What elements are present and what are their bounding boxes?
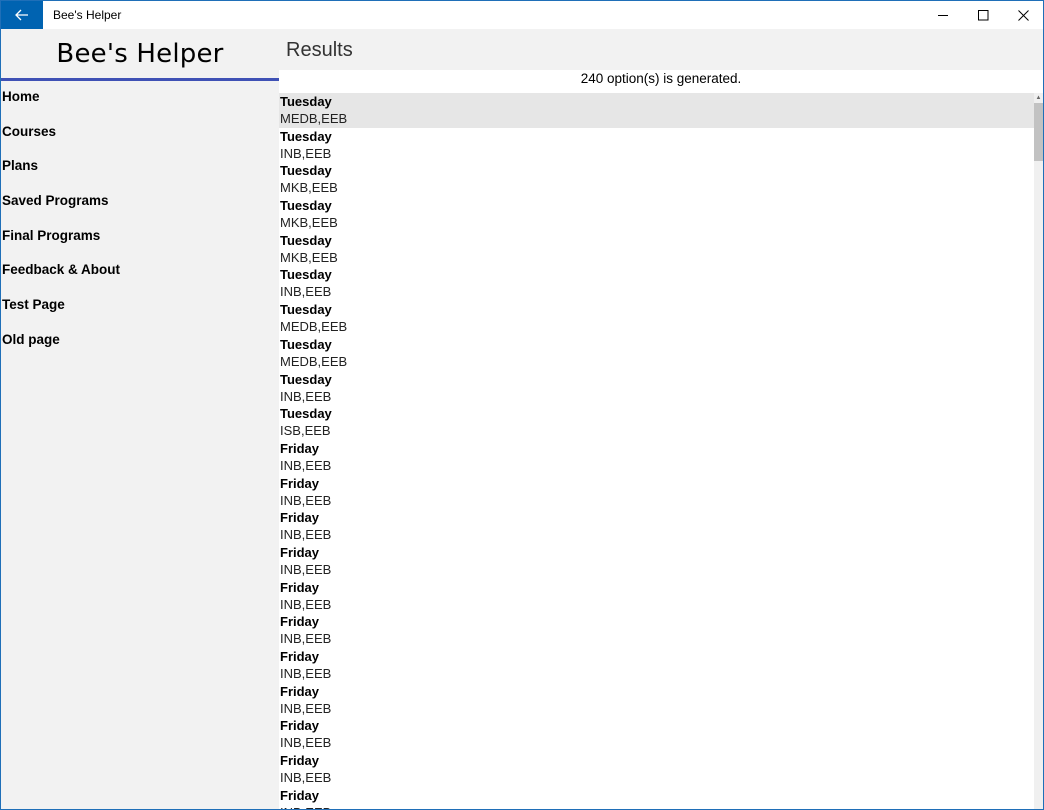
- list-item[interactable]: Tuesday ISB,EEB: [279, 405, 1034, 440]
- list-item[interactable]: FridayINB,EEB: [279, 475, 1034, 510]
- result-day: Tuesday: [280, 267, 332, 283]
- result-day: Tuesday: [280, 232, 332, 248]
- sidebar-item-old-page[interactable]: Old page: [1, 327, 279, 362]
- result-day: Tuesday: [280, 128, 332, 144]
- maximize-icon: [977, 9, 988, 20]
- sidebar-item-saved-programs[interactable]: Saved Programs: [1, 188, 279, 223]
- back-arrow-icon: [15, 9, 28, 21]
- close-icon: [1017, 9, 1029, 21]
- sidebar-nav: Home Courses Plans Saved Programs Final …: [1, 84, 279, 362]
- result-day: Tuesday: [280, 94, 332, 109]
- list-item[interactable]: Tuesday INB,EEB: [279, 128, 1034, 163]
- app-window: Bee's Helper Bee's Helper Home Courses P…: [0, 0, 1044, 810]
- close-button[interactable]: [1003, 1, 1043, 29]
- list-item[interactable]: Tuesday MKB,EEB: [279, 232, 1034, 267]
- result-codes: INB,EEB: [280, 700, 332, 716]
- list-item[interactable]: FridayINB,EEB: [279, 440, 1034, 475]
- result-day: Tuesday: [280, 406, 332, 422]
- result-day: Friday: [280, 579, 320, 595]
- sidebar: Bee's Helper Home Courses Plans Saved Pr…: [1, 29, 279, 809]
- result-codes: MKB,EEB: [280, 215, 338, 231]
- result-codes: MEDB,EEB: [280, 111, 348, 126]
- result-day: Friday: [280, 614, 320, 630]
- sidebar-item-home[interactable]: Home: [1, 84, 279, 119]
- results-count: 240 option(s) is generated.: [580, 71, 742, 86]
- list-item[interactable]: Tuesday MEDB,EEB: [279, 301, 1034, 336]
- result-codes: MEDB,EEB: [280, 319, 348, 335]
- sidebar-item-feedback-about[interactable]: Feedback & About: [1, 257, 279, 292]
- result-day: Friday: [280, 510, 320, 526]
- result-codes: INB,EEB: [280, 527, 332, 543]
- result-day: Friday: [280, 440, 320, 456]
- result-codes: INB,EEB: [280, 561, 332, 577]
- results-header: Results: [279, 29, 1043, 70]
- list-item[interactable]: FridayINB,EEB: [279, 544, 1034, 579]
- result-day: Tuesday: [280, 198, 332, 214]
- result-day: Friday: [280, 475, 320, 491]
- result-day: Friday: [280, 649, 320, 664]
- result-day: Tuesday: [280, 163, 332, 179]
- result-codes: MEDB,EEB: [280, 353, 348, 369]
- result-day: Friday: [280, 544, 320, 560]
- list-item[interactable]: Tuesday MEDB,EEB: [279, 336, 1034, 371]
- list-item[interactable]: Tuesday MKB,EEB: [279, 197, 1034, 232]
- maximize-button[interactable]: [963, 1, 1003, 29]
- list-item[interactable]: FridayINB,EEB: [279, 717, 1034, 752]
- scrollbar[interactable]: ▲: [1034, 93, 1043, 809]
- result-codes: INB,EEB: [280, 735, 332, 751]
- sidebar-item-plans[interactable]: Plans: [1, 153, 279, 188]
- main-content: Results 240 option(s) is generated. Tues…: [279, 29, 1043, 809]
- list-item[interactable]: FridayINB,EEB: [279, 613, 1034, 648]
- list-item[interactable]: Tuesday INB,EEB: [279, 266, 1034, 301]
- app-title: Bee's Helper: [56, 39, 224, 69]
- result-codes: ISB,EEB: [280, 423, 331, 439]
- list-item[interactable]: Tuesday MEDB,EEB: [279, 93, 1034, 128]
- window-title: Bee's Helper: [53, 8, 122, 22]
- sidebar-item-test-page[interactable]: Test Page: [1, 292, 279, 327]
- scroll-thumb[interactable]: [1034, 103, 1043, 161]
- list-item[interactable]: FridayINB,EEB: [279, 509, 1034, 544]
- result-day: Friday: [280, 753, 320, 769]
- result-day: Tuesday: [280, 302, 332, 318]
- result-codes: INB,EEB: [280, 770, 332, 786]
- result-codes: INB,EEB: [280, 145, 332, 161]
- result-day: Tuesday: [280, 336, 332, 352]
- app-title-underline: [1, 78, 279, 81]
- result-day: Friday: [280, 683, 320, 699]
- result-day: Friday: [280, 718, 320, 734]
- scroll-up-arrow-icon[interactable]: ▲: [1034, 93, 1043, 102]
- list-item[interactable]: FridayINB,EEB: [279, 683, 1034, 718]
- results-list[interactable]: Tuesday MEDB,EEB Tuesday INB,EEB Tuesday MKB,…: [279, 93, 1034, 809]
- list-item[interactable]: Tuesday INB,EEB: [279, 371, 1034, 406]
- result-codes: INB,EEB: [280, 631, 332, 647]
- result-codes: INB,EEB: [280, 596, 332, 612]
- result-codes: MKB,EEB: [280, 180, 338, 196]
- minimize-icon: [937, 14, 948, 16]
- list-item[interactable]: FridayINB,EEB: [279, 752, 1034, 787]
- back-button[interactable]: [1, 1, 43, 29]
- list-item[interactable]: Tuesday MKB,EEB: [279, 162, 1034, 197]
- result-codes: INB,EEB: [280, 388, 332, 404]
- result-codes: INB,EEB: [280, 666, 332, 681]
- list-item[interactable]: FridayINB,EEB: [279, 579, 1034, 614]
- result-codes: INB,EEB: [280, 804, 1034, 809]
- page-title: Results: [286, 39, 353, 61]
- list-item[interactable]: FridayINB,EEB: [279, 787, 1034, 809]
- result-codes: MKB,EEB: [280, 249, 338, 265]
- result-codes: INB,EEB: [280, 492, 332, 508]
- title-bar: Bee's Helper: [1, 1, 1043, 29]
- minimize-button[interactable]: [923, 1, 963, 29]
- sidebar-item-final-programs[interactable]: Final Programs: [1, 223, 279, 258]
- result-day: Tuesday: [280, 371, 332, 387]
- result-day: Friday: [280, 787, 320, 803]
- list-item[interactable]: Friday INB,EEB: [279, 648, 1034, 683]
- sidebar-item-courses[interactable]: Courses: [1, 119, 279, 154]
- result-codes: INB,EEB: [280, 457, 332, 473]
- result-codes: INB,EEB: [280, 284, 332, 300]
